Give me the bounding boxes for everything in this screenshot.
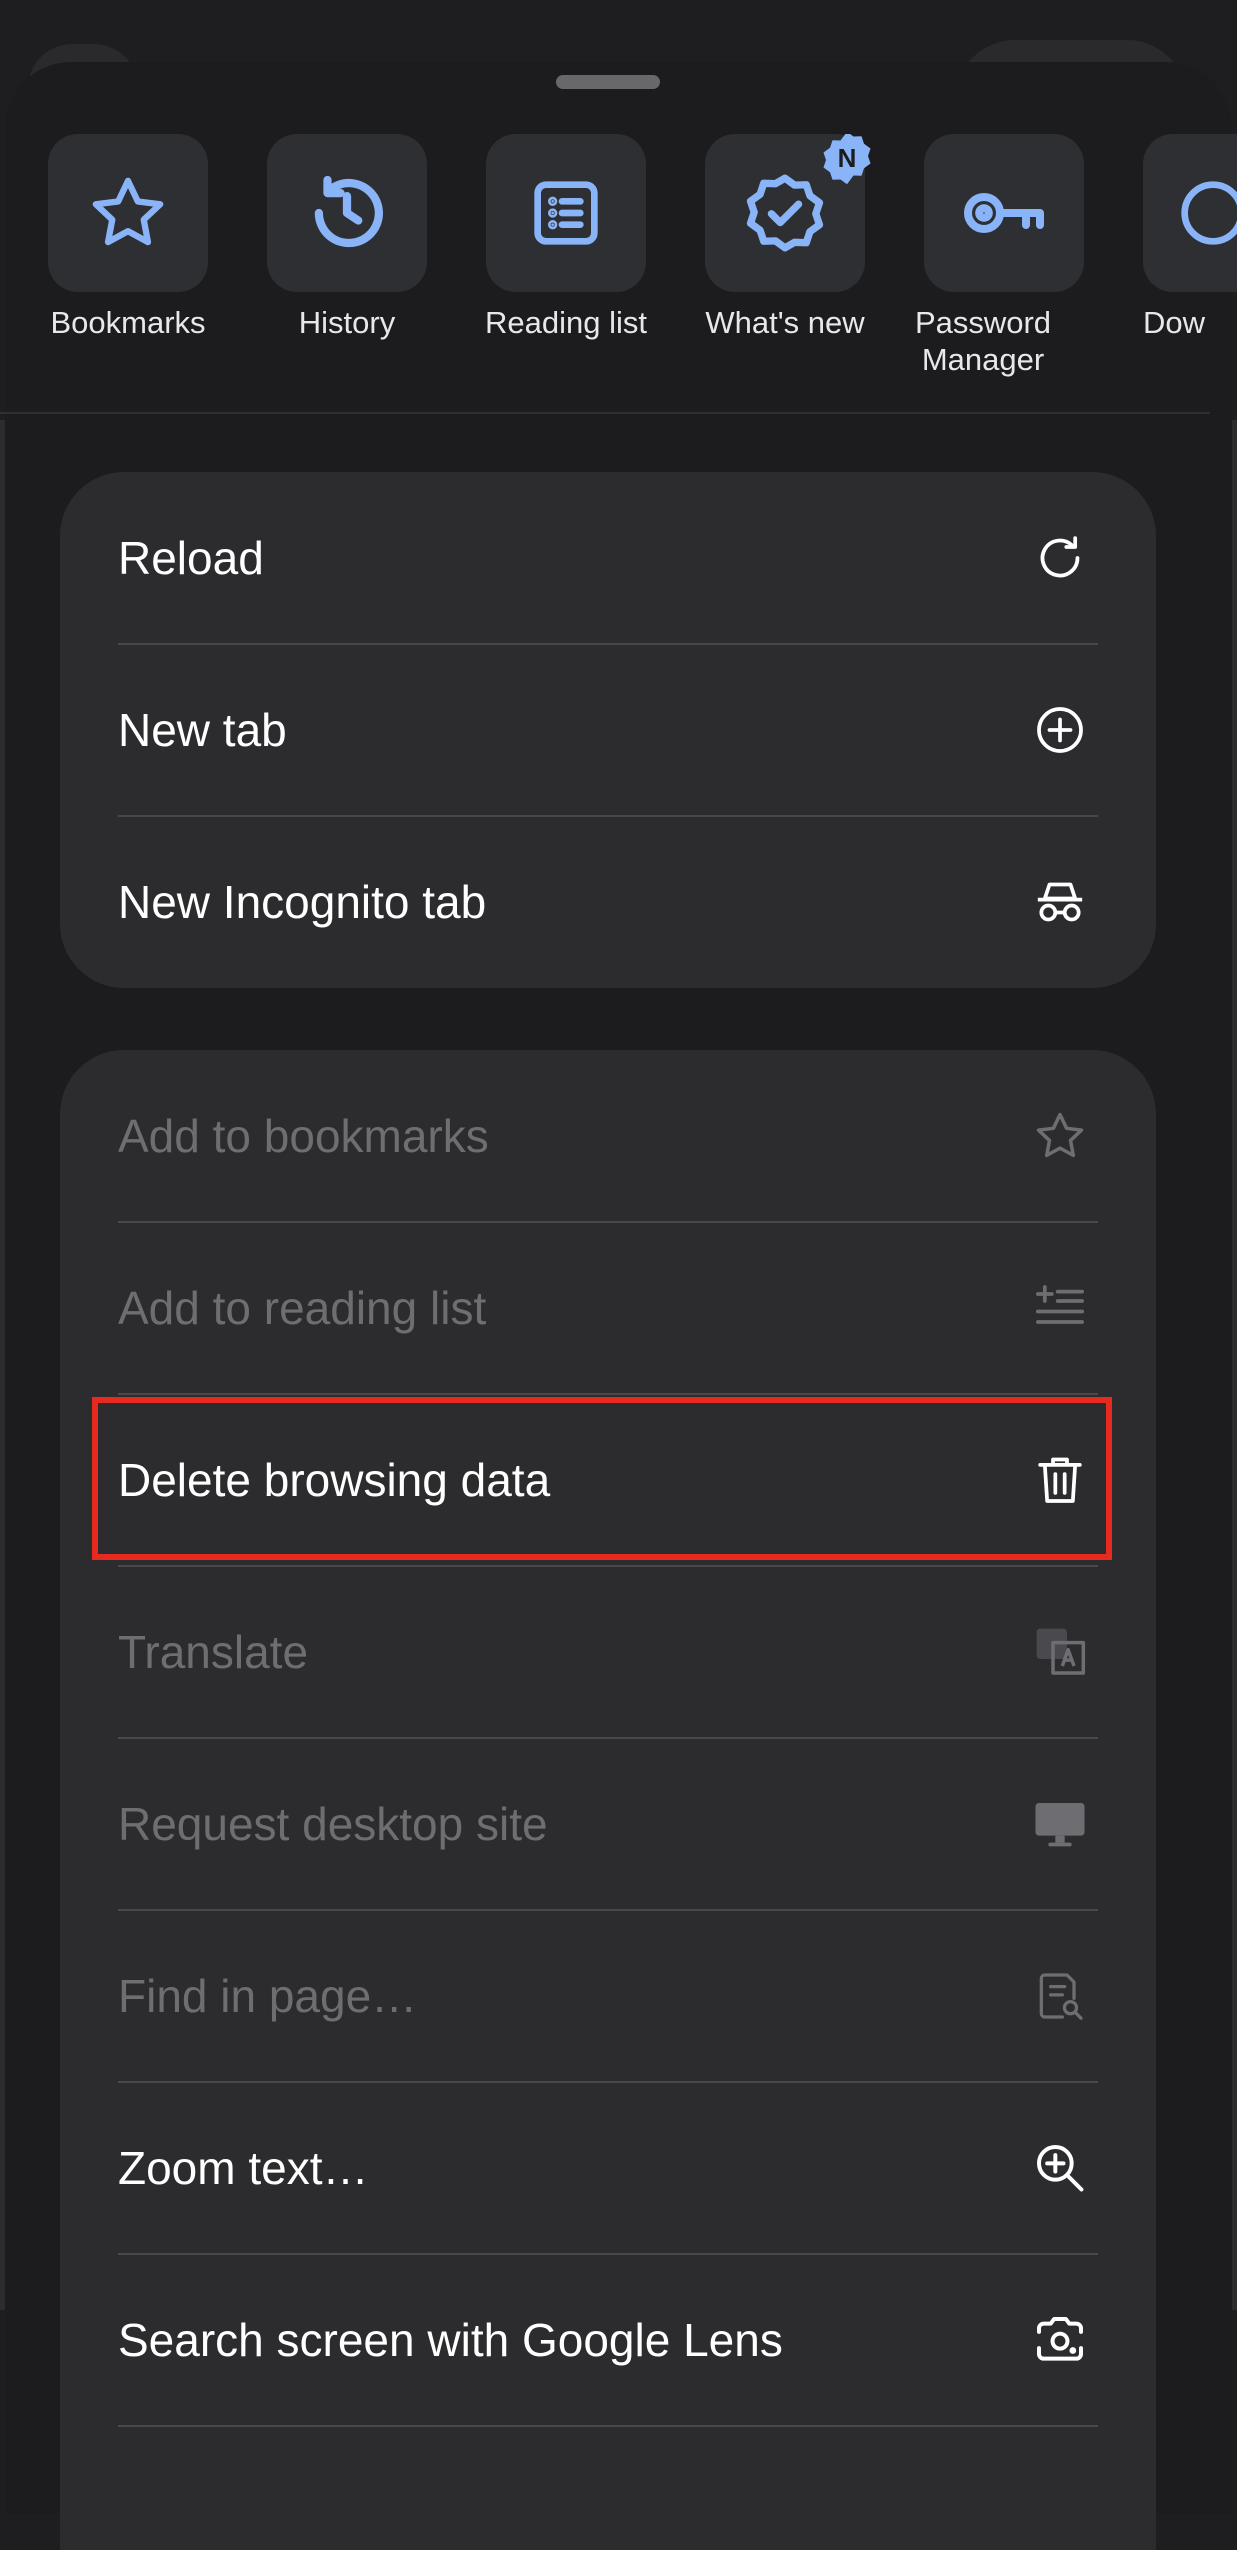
zoom-in-icon	[1037, 2145, 1084, 2192]
section-divider	[0, 412, 1210, 414]
menu-group-primary: Reload New tab New Incognito tab	[60, 472, 1156, 988]
menu-item-find-in-page[interactable]: Find in page…	[60, 1910, 1156, 2083]
menu-item-new-tab[interactable]: New tab	[60, 644, 1156, 817]
menu-item-translate[interactable]: Translate	[60, 1566, 1156, 1739]
shortcut-row: Bookmarks History Reading list N What's …	[0, 134, 1237, 394]
menu-item-zoom-text[interactable]: Zoom text…	[60, 2082, 1156, 2255]
menu-item-request-desktop-site[interactable]: Request desktop site	[60, 1738, 1156, 1911]
trash-icon	[1038, 1457, 1082, 1503]
shortcut-label: Dow	[1143, 305, 1206, 340]
new-badge-text: N	[837, 142, 857, 173]
menu-item-label: Search screen with Google Lens	[118, 2314, 783, 2366]
bookmarks-tile[interactable]	[48, 134, 208, 292]
menu-item-label: Request desktop site	[118, 1798, 548, 1850]
sheet-drag-handle[interactable]	[556, 75, 660, 89]
menu-item-label: Translate	[118, 1626, 309, 1678]
menu-item-label: Add to reading list	[118, 1282, 487, 1334]
desktop-icon	[1035, 1803, 1085, 1847]
menu-item-label: Zoom text…	[118, 2142, 369, 2194]
key-icon	[964, 193, 1044, 233]
menu-item-new-incognito-tab[interactable]: New Incognito tab	[60, 816, 1156, 988]
history-icon	[314, 175, 383, 248]
translate-icon	[1036, 1628, 1086, 1675]
plus-circle-icon	[1037, 707, 1083, 753]
reading-list-tile[interactable]	[486, 134, 646, 292]
star-icon	[1036, 1112, 1084, 1158]
shortcut-label: Password Manager	[914, 305, 1052, 377]
menu-item-add-to-reading-list[interactable]: Add to reading list	[60, 1222, 1156, 1395]
reload-icon	[1040, 536, 1080, 578]
menu-item-delete-browsing-data[interactable]: Delete browsing data	[60, 1394, 1156, 1567]
menu-separator	[118, 2425, 1098, 2427]
add-reading-list-icon	[1035, 1285, 1085, 1324]
shortcut-history[interactable]: History	[217, 134, 437, 384]
incognito-icon	[1037, 882, 1083, 922]
shortcut-reading-list[interactable]: Reading list	[436, 134, 656, 384]
menu-item-label: Add to bookmarks	[118, 1110, 489, 1162]
menu-item-label: Reload	[118, 532, 264, 584]
menu-item-label: Delete browsing data	[118, 1454, 551, 1506]
shortcut-whats-new[interactable]: N What's new	[655, 134, 875, 384]
whats-new-icon	[746, 174, 824, 252]
menu-item-add-to-bookmarks[interactable]: Add to bookmarks	[60, 1050, 1156, 1223]
download-icon	[1181, 181, 1237, 245]
shortcut-bookmarks[interactable]: Bookmarks	[0, 134, 218, 384]
reading-list-icon	[534, 181, 598, 245]
menu-item-label: New tab	[118, 704, 287, 756]
menu-item-label: Find in page…	[118, 1970, 418, 2022]
menu-item-label: New Incognito tab	[118, 876, 487, 928]
sheet-edge	[0, 420, 5, 2310]
menu-item-reload[interactable]: Reload	[60, 472, 1156, 645]
shortcut-password-manager[interactable]: Password Manager	[874, 134, 1094, 384]
find-in-page-icon	[1039, 1973, 1083, 2020]
downloads-tile[interactable]	[1143, 134, 1237, 292]
menu-group-secondary: Add to bookmarks Add to reading list Del…	[60, 1050, 1156, 2550]
new-badge: N	[817, 134, 877, 188]
star-icon	[92, 177, 164, 246]
menu-item-search-screen-with-google-lens[interactable]: Search screen with Google Lens	[60, 2254, 1156, 2427]
history-tile[interactable]	[267, 134, 427, 292]
sheet-edge	[1232, 420, 1237, 2310]
lens-icon	[1037, 2317, 1083, 2361]
password-manager-tile[interactable]	[924, 134, 1084, 292]
shortcut-downloads[interactable]: Dow	[1093, 134, 1237, 384]
